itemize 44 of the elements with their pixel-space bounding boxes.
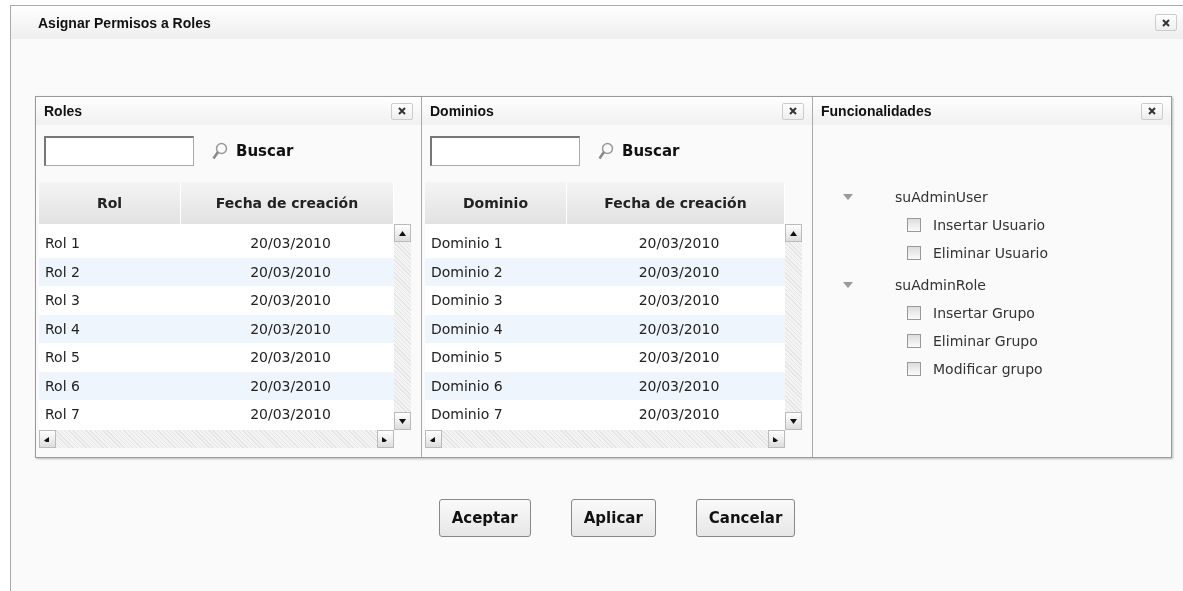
dialog-button[interactable]: Cancelar [695,499,796,537]
panel-title: Dominios [430,103,494,119]
table-cell-text: Rol 1 [44,235,81,252]
checkbox-label: Modificar grupo [933,361,1043,377]
table-cell-text: Dominio 5 [430,349,504,366]
table-cell-text: 20/03/2010 [249,235,332,252]
table-cell-text: 20/03/2010 [249,292,332,309]
table-cell-text: 20/03/2010 [637,349,721,366]
table-cell-text: Dominio 7 [430,406,504,423]
panel-title: Funcionalidades [821,103,932,119]
search-button[interactable]: Buscar [586,142,680,160]
table-cell-text: Dominio 1 [430,235,504,252]
table-cell-text: 20/03/2010 [249,406,332,423]
dialog-button[interactable]: Aceptar [438,499,531,537]
table-cell-text: 20/03/2010 [637,377,721,394]
tree-group-label: suAdminUser [895,189,988,205]
table-cell-text: Rol 3 [44,292,81,309]
table-cell-text: 20/03/2010 [637,320,721,337]
table-cell-text: Dominio 4 [430,320,504,337]
checkbox-label: Insertar Grupo [933,305,1035,321]
table-cell-text: Rol 7 [44,406,81,423]
table-cell-text: Dominio 2 [430,263,504,280]
window-title: Asignar Permisos a Roles [38,14,211,31]
dialog-button[interactable]: Aplicar [570,499,656,537]
table-cell-text: 20/03/2010 [637,292,721,309]
table-cell-text: Rol 4 [44,320,81,337]
table-cell-text: 20/03/2010 [249,320,332,337]
search-button[interactable]: Buscar [200,142,294,160]
table-cell-text: Rol 6 [44,377,81,394]
table-cell-text: 20/03/2010 [637,406,721,423]
table-cell-text: 20/03/2010 [249,377,332,394]
checkbox-label: Eliminar Usuario [933,245,1048,261]
panel-title: Roles [44,103,83,119]
table-cell-text: 20/03/2010 [249,263,332,280]
table-cell-text: Dominio 3 [430,292,504,309]
table-cell-text: 20/03/2010 [637,235,721,252]
table-cell-text: 20/03/2010 [637,263,721,280]
tree-group-label: suAdminRole [895,277,986,293]
table-cell-text: Rol 2 [44,263,81,280]
table-cell-text: 20/03/2010 [249,349,332,366]
checkbox-label: Eliminar Grupo [933,333,1038,349]
checkbox-label: Insertar Usuario [933,217,1046,233]
table-cell-text: Rol 5 [44,349,81,366]
table-cell-text: Dominio 6 [430,377,504,394]
